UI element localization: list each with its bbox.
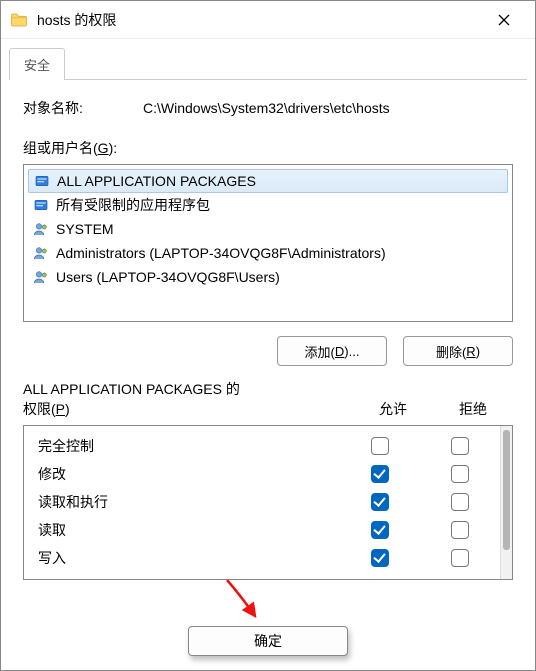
package-icon: [33, 172, 51, 190]
window-title: hosts 的权限: [37, 10, 481, 30]
object-name-label: 对象名称:: [23, 98, 143, 118]
permission-name: 写入: [38, 548, 340, 568]
permissions-table: 完全控制修改读取和执行读取写入: [23, 425, 513, 580]
titlebar: hosts 的权限: [1, 1, 535, 39]
allow-checkbox[interactable]: [371, 549, 389, 567]
permissions-rows: 完全控制修改读取和执行读取写入: [24, 426, 500, 579]
package-icon: [32, 196, 50, 214]
dialog-buttons: 确定: [1, 612, 535, 670]
deny-cell: [420, 549, 500, 567]
permission-row: 写入: [24, 544, 500, 572]
allow-checkbox[interactable]: [371, 521, 389, 539]
list-item[interactable]: SYSTEM: [28, 217, 508, 241]
tab-security[interactable]: 安全: [9, 48, 65, 80]
object-name-row: 对象名称: C:\Windows\System32\drivers\etc\ho…: [23, 98, 513, 118]
users-icon: [32, 244, 50, 262]
permissions-dialog: hosts 的权限 安全 对象名称: C:\Windows\System32\d…: [0, 0, 536, 671]
groups-label: 组或用户名(G):: [23, 138, 513, 158]
ok-button[interactable]: 确定: [188, 626, 348, 656]
permission-row: 读取: [24, 516, 500, 544]
deny-checkbox[interactable]: [451, 465, 469, 483]
allow-cell: [340, 549, 420, 567]
allow-cell: [340, 465, 420, 483]
deny-cell: [420, 521, 500, 539]
tab-strip: 安全: [1, 39, 535, 79]
scrollbar-thumb[interactable]: [503, 430, 510, 550]
permissions-scrollbar[interactable]: [500, 426, 512, 579]
list-item-label: ALL APPLICATION PACKAGES: [57, 173, 256, 189]
column-deny: 拒绝: [433, 399, 513, 419]
column-allow: 允许: [353, 399, 433, 419]
permission-row: 完全控制: [24, 432, 500, 460]
group-buttons: 添加(D)... 删除(R): [23, 336, 513, 366]
security-panel: 对象名称: C:\Windows\System32\drivers\etc\ho…: [1, 80, 535, 612]
allow-cell: [340, 493, 420, 511]
permission-row: 修改: [24, 460, 500, 488]
allow-checkbox[interactable]: [371, 437, 389, 455]
permission-name: 读取和执行: [38, 492, 340, 512]
permissions-header-label: ALL APPLICATION PACKAGES 的 权限(P): [23, 380, 353, 419]
users-icon: [32, 220, 50, 238]
list-item[interactable]: Users (LAPTOP-34OVQG8F\Users): [28, 265, 508, 289]
deny-cell: [420, 437, 500, 455]
deny-cell: [420, 493, 500, 511]
allow-checkbox[interactable]: [371, 493, 389, 511]
list-item[interactable]: ALL APPLICATION PACKAGES: [28, 169, 508, 193]
users-icon: [32, 268, 50, 286]
allow-checkbox[interactable]: [371, 465, 389, 483]
add-button[interactable]: 添加(D)...: [277, 336, 387, 366]
permission-row: 读取和执行: [24, 488, 500, 516]
permission-name: 读取: [38, 520, 340, 540]
list-item-label: Users (LAPTOP-34OVQG8F\Users): [56, 269, 280, 285]
list-item-label: 所有受限制的应用程序包: [56, 195, 210, 215]
deny-checkbox[interactable]: [451, 549, 469, 567]
permission-name: 修改: [38, 464, 340, 484]
list-item-label: Administrators (LAPTOP-34OVQG8F\Administ…: [56, 245, 386, 261]
list-item[interactable]: Administrators (LAPTOP-34OVQG8F\Administ…: [28, 241, 508, 265]
close-button[interactable]: [481, 1, 527, 39]
permissions-header: ALL APPLICATION PACKAGES 的 权限(P) 允许 拒绝: [23, 380, 513, 419]
list-item[interactable]: 所有受限制的应用程序包: [28, 193, 508, 217]
deny-checkbox[interactable]: [451, 521, 469, 539]
list-item-label: SYSTEM: [56, 221, 114, 237]
folder-icon: [9, 10, 29, 30]
allow-cell: [340, 521, 420, 539]
remove-button[interactable]: 删除(R): [403, 336, 513, 366]
object-name-value: C:\Windows\System32\drivers\etc\hosts: [143, 100, 390, 116]
allow-cell: [340, 437, 420, 455]
deny-cell: [420, 465, 500, 483]
groups-listbox[interactable]: ALL APPLICATION PACKAGES 所有受限制的应用程序包 SYSTE…: [23, 164, 513, 322]
deny-checkbox[interactable]: [451, 437, 469, 455]
permission-name: 完全控制: [38, 436, 340, 456]
deny-checkbox[interactable]: [451, 493, 469, 511]
